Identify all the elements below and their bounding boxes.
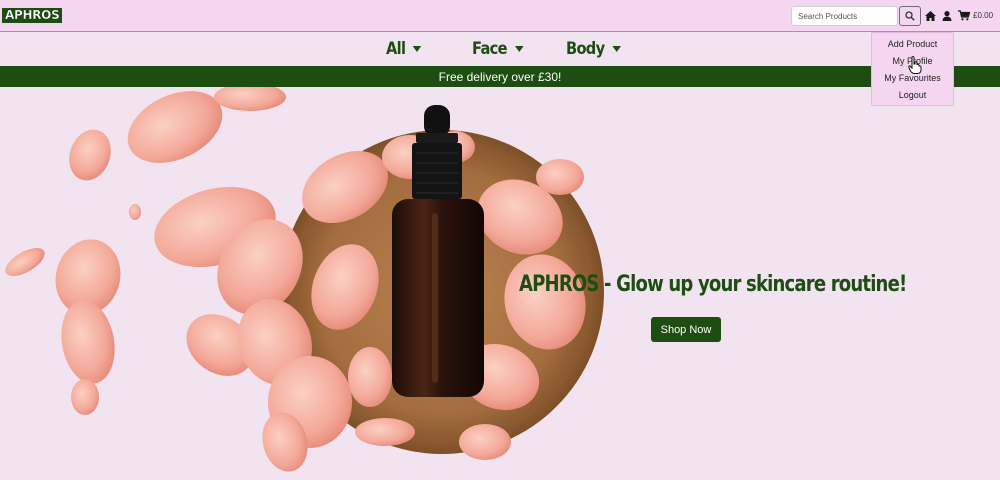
menu-item-logout[interactable]: Logout — [872, 89, 953, 106]
home-icon[interactable] — [925, 11, 936, 21]
pointer-cursor-icon — [908, 56, 922, 74]
nav-all-label: All — [386, 39, 406, 59]
menu-item-add-product[interactable]: Add Product — [872, 38, 953, 55]
search-icon — [905, 11, 915, 21]
chevron-down-icon — [612, 46, 621, 52]
chevron-down-icon — [413, 46, 422, 52]
header-bar: APHROS £0.00 — [0, 0, 1000, 32]
cart-icon[interactable] — [958, 10, 970, 21]
chevron-down-icon — [514, 46, 524, 52]
nav-body-label: Body — [566, 39, 605, 59]
search-button[interactable] — [899, 6, 921, 26]
nav-face-label: Face — [472, 39, 508, 59]
hero-section: APHROS - Glow up your skincare routine! … — [0, 87, 1000, 480]
search-input[interactable] — [791, 6, 898, 26]
shop-now-button[interactable]: Shop Now — [651, 317, 721, 342]
delivery-banner: Free delivery over £30! — [0, 66, 1000, 87]
nav-body[interactable]: Body — [566, 34, 621, 64]
nav-all[interactable]: All — [386, 34, 422, 64]
nav-face[interactable]: Face — [472, 34, 524, 64]
user-icon[interactable] — [942, 11, 952, 21]
site-logo[interactable]: APHROS — [2, 8, 63, 23]
cart-total[interactable]: £0.00 — [973, 11, 993, 20]
delivery-banner-text: Free delivery over £30! — [438, 69, 562, 84]
hero-title: APHROS - Glow up your skincare routine! — [519, 272, 907, 297]
menu-item-my-favourites[interactable]: My Favourites — [872, 72, 953, 89]
